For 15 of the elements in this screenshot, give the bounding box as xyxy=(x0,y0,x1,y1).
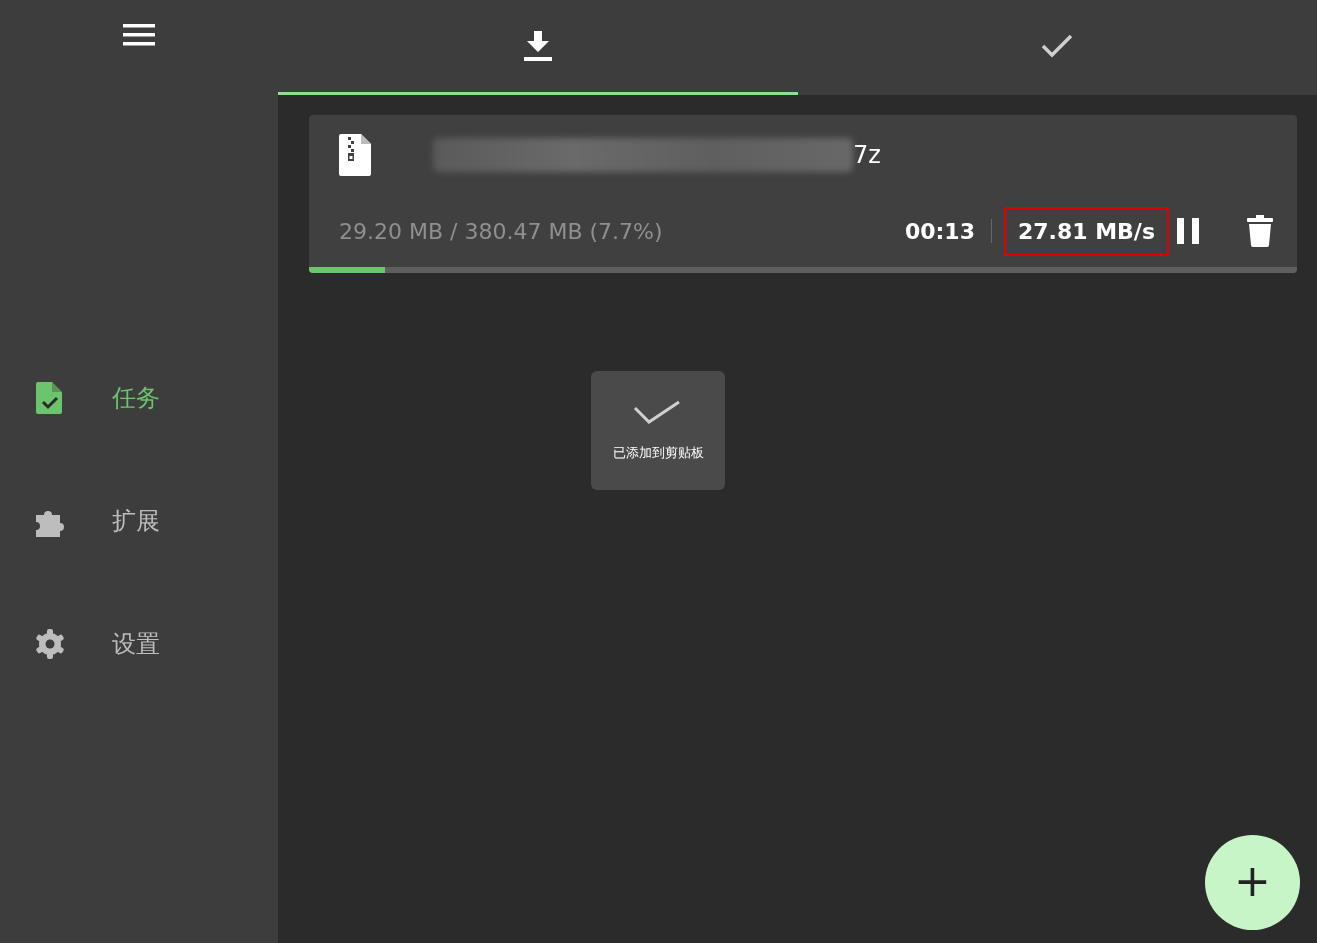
checkmark-icon xyxy=(1041,34,1074,58)
file-name: 7z xyxy=(853,141,881,169)
download-icon xyxy=(523,31,552,61)
download-speed: 27.81 MB/s xyxy=(1003,206,1169,256)
time-remaining: 00:13 xyxy=(904,218,975,244)
sidebar-item[interactable]: 扩展 xyxy=(0,459,278,582)
menu-icon xyxy=(123,24,155,46)
add-button[interactable]: + xyxy=(1205,835,1300,930)
trash-icon xyxy=(1247,215,1273,247)
sidebar-item[interactable]: 任务 xyxy=(0,336,278,459)
sidebar-item[interactable]: 设置 xyxy=(0,582,278,705)
zip-file-icon xyxy=(339,134,371,176)
pause-icon xyxy=(1177,218,1199,244)
toast-message: 已添加到剪贴板 xyxy=(612,443,704,462)
progress-text: 29.20 MB / 380.47 MB (7.7%) xyxy=(339,218,664,244)
